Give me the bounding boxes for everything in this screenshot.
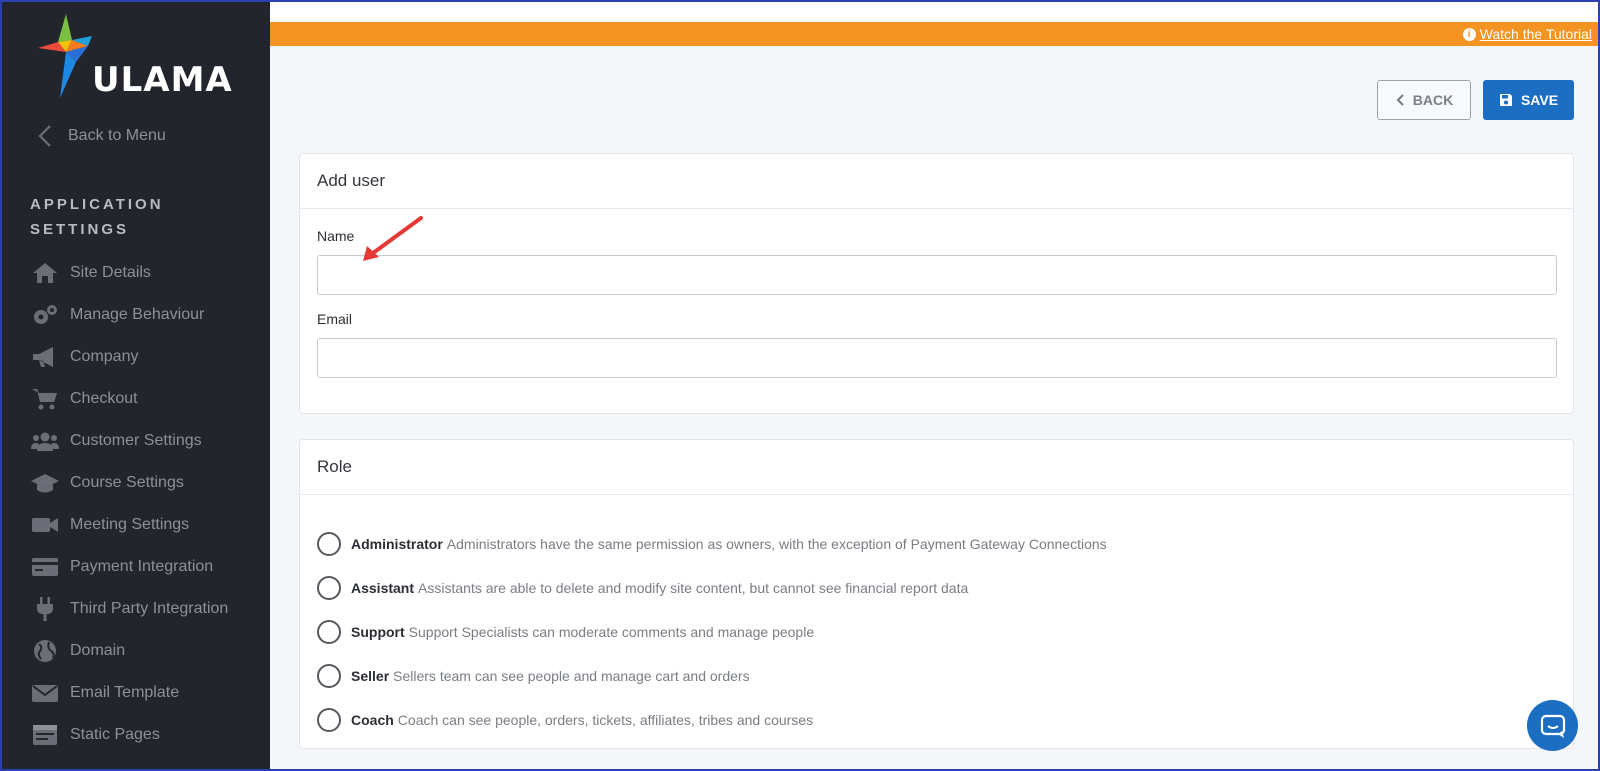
sidebar-item-label: Checkout [70,390,138,407]
add-user-card: Add user Name Email [299,153,1574,414]
radio-button[interactable] [317,576,341,600]
radio-button[interactable] [317,620,341,644]
users-icon [30,429,60,453]
home-icon [30,261,60,285]
email-input[interactable] [317,338,1557,378]
settings-nav: Site Details Manage Behaviour Company Ch… [30,252,266,756]
sidebar-item-payment-integration[interactable]: Payment Integration [30,546,266,588]
section-title: APPLICATION SETTINGS [30,196,164,238]
watch-tutorial-link[interactable]: i Watch the Tutorial [1462,26,1592,42]
sidebar-item-label: Domain [70,642,126,659]
role-description: Assistants are able to delete and modify… [418,580,969,596]
back-to-menu-link[interactable]: Back to Menu [36,124,166,148]
role-option-seller[interactable]: Seller Sellers team can see people and m… [317,654,1107,698]
annotation-arrow-icon [363,216,423,261]
back-button-label: BACK [1412,92,1454,108]
sidebar-item-label: Company [70,348,139,365]
envelope-icon [30,681,60,705]
plug-icon [30,597,60,621]
back-button[interactable]: BACK [1377,80,1471,120]
chevron-left-icon [38,125,51,147]
role-card: Role Administrator Administrators have t… [299,439,1574,749]
radio-button[interactable] [317,532,341,556]
sidebar-item-checkout[interactable]: Checkout [30,378,266,420]
sidebar-item-domain[interactable]: Domain [30,630,266,672]
chat-launcher-button[interactable] [1527,700,1578,751]
email-label: Email [317,311,353,327]
name-input[interactable] [317,255,1557,295]
sidebar-item-course-settings[interactable]: Course Settings [30,462,266,504]
video-camera-icon [30,513,60,537]
sidebar-item-manage-behaviour[interactable]: Manage Behaviour [30,294,266,336]
gears-icon [30,303,60,327]
sidebar-item-label: Third Party Integration [70,600,229,617]
role-description: Coach can see people, orders, tickets, a… [397,712,814,728]
radio-button[interactable] [317,664,341,688]
info-icon: i [1462,27,1476,41]
sidebar-item-label: Email Template [70,684,180,701]
save-button-label: SAVE [1520,92,1559,108]
sidebar-item-label: Static Pages [70,726,160,743]
sidebar-item-label: Payment Integration [70,558,214,575]
watch-tutorial-label: Watch the Tutorial [1479,26,1592,42]
floppy-disk-icon [1499,94,1512,106]
radio-button[interactable] [317,708,341,732]
credit-card-icon [30,555,60,579]
sidebar-item-third-party-integration[interactable]: Third Party Integration [30,588,266,630]
save-button[interactable]: SAVE [1483,80,1574,120]
sidebar-item-label: Meeting Settings [70,516,190,533]
role-description: Support Specialists can moderate comment… [408,624,815,640]
page-icon [30,723,60,747]
sidebar-item-customer-settings[interactable]: Customer Settings [30,420,266,462]
role-option-administrator[interactable]: Administrator Administrators have the sa… [317,522,1107,566]
sidebar-item-label: Course Settings [70,474,184,491]
tutorial-banner: i Watch the Tutorial [270,22,1598,46]
sidebar-item-label: Customer Settings [70,432,202,449]
sidebar: ULAMA Back to Menu APPLICATION SETTINGS … [2,2,270,769]
chat-icon [1540,714,1565,738]
sidebar-item-label: Site Details [70,264,151,281]
add-user-title: Add user [300,154,1573,209]
role-option-assistant[interactable]: Assistant Assistants are able to delete … [317,566,1107,610]
role-options: Administrator Administrators have the sa… [317,522,1107,742]
name-label: Name [317,228,355,244]
ulama-logo[interactable]: ULAMA [36,12,246,102]
sidebar-item-static-pages[interactable]: Static Pages [30,714,266,756]
chevron-left-icon [1396,94,1404,106]
role-description: Administrators have the same permission … [446,536,1107,552]
sidebar-item-label: Manage Behaviour [70,306,205,323]
sidebar-item-meeting-settings[interactable]: Meeting Settings [30,504,266,546]
logo-text: ULAMA [92,60,233,100]
globe-icon [30,639,60,663]
role-option-support[interactable]: Support Support Specialists can moderate… [317,610,1107,654]
role-description: Sellers team can see people and manage c… [393,668,750,684]
role-name: Support [351,624,405,640]
back-to-menu-label: Back to Menu [68,127,166,144]
role-option-coach[interactable]: Coach Coach can see people, orders, tick… [317,698,1107,742]
sidebar-item-site-details[interactable]: Site Details [30,252,266,294]
role-name: Assistant [351,580,415,596]
sidebar-item-email-template[interactable]: Email Template [30,672,266,714]
cart-icon [30,387,60,411]
top-strip [270,2,1598,22]
role-name: Coach [351,712,394,728]
role-title: Role [300,440,1573,495]
role-name: Administrator [351,536,443,552]
sidebar-item-company[interactable]: Company [30,336,266,378]
graduation-cap-icon [30,471,60,495]
role-name: Seller [351,668,390,684]
megaphone-icon [30,345,60,369]
